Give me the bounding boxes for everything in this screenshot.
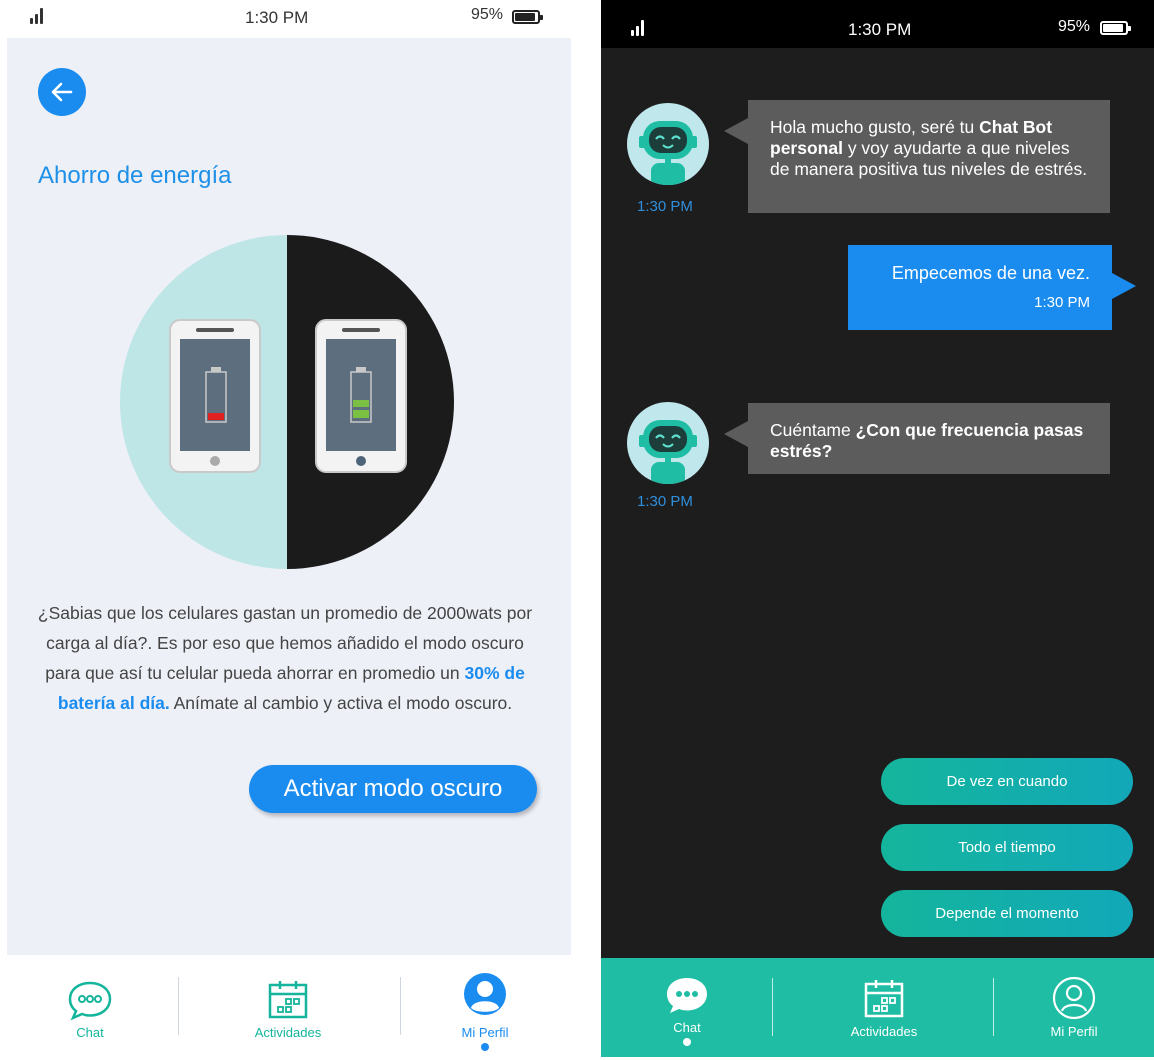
signal-icon bbox=[631, 20, 653, 36]
bot-message-bubble: Cuéntame ¿Con que frecuencia pasas estré… bbox=[724, 403, 1110, 474]
chat-bubble-icon bbox=[667, 978, 707, 1013]
signal-icon bbox=[30, 8, 52, 24]
tab-mi-perfil[interactable]: Mi Perfil bbox=[450, 955, 520, 1057]
status-bar: 1:30 PM 95% bbox=[0, 0, 571, 38]
robot-icon bbox=[639, 121, 697, 185]
user-profile-icon bbox=[464, 973, 506, 1015]
message-time: 1:30 PM bbox=[1034, 294, 1090, 311]
battery-percent: 95% bbox=[471, 6, 504, 23]
tab-chat[interactable]: Chat bbox=[661, 958, 713, 1060]
user-profile-icon bbox=[1052, 976, 1096, 1020]
option-de-vez-en-cuando[interactable]: De vez en cuando bbox=[881, 758, 1133, 805]
calendar-icon bbox=[268, 981, 308, 1019]
option-depende-el-momento[interactable]: Depende el momento bbox=[881, 890, 1133, 937]
status-bar: 1:30 PM 95% bbox=[601, 0, 1154, 48]
tab-actividades[interactable]: Actividades bbox=[243, 955, 333, 1057]
energy-saving-screen: 1:30 PM 95% Ahorro de energía ¿Sabias qu… bbox=[0, 0, 571, 1057]
robot-icon bbox=[639, 420, 697, 484]
option-todo-el-tiempo[interactable]: Todo el tiempo bbox=[881, 824, 1133, 871]
bottom-tab-bar: Chat Actividades Mi Perfil bbox=[601, 958, 1154, 1057]
phone-full-battery-icon bbox=[315, 319, 407, 473]
arrow-left-icon bbox=[51, 82, 73, 102]
chatbot-screen: 1:30 PM 95% 1:30 PM Hola mucho gusto, se… bbox=[601, 0, 1154, 1057]
energy-info-text: ¿Sabias que los celulares gastan un prom… bbox=[37, 603, 533, 713]
tab-mi-perfil[interactable]: Mi Perfil bbox=[1041, 958, 1107, 1060]
status-time: 1:30 PM bbox=[245, 8, 309, 27]
status-time: 1:30 PM bbox=[848, 20, 912, 39]
tab-chat[interactable]: Chat bbox=[64, 955, 116, 1057]
battery-icon bbox=[1100, 21, 1131, 35]
active-tab-indicator bbox=[481, 1043, 489, 1051]
back-button[interactable] bbox=[38, 68, 86, 116]
tab-divider bbox=[772, 978, 773, 1036]
message-time: 1:30 PM bbox=[637, 493, 693, 510]
tab-divider bbox=[993, 978, 994, 1036]
chatbot-avatar bbox=[627, 402, 709, 484]
phone-low-battery-icon bbox=[169, 319, 261, 473]
tab-divider bbox=[178, 977, 179, 1035]
page-title: Ahorro de energía bbox=[38, 162, 232, 189]
activate-dark-mode-button[interactable]: Activar modo oscuro bbox=[249, 765, 537, 813]
battery-icon bbox=[512, 10, 543, 24]
chat-bubble-icon bbox=[68, 981, 112, 1021]
active-tab-indicator bbox=[683, 1038, 691, 1046]
message-time: 1:30 PM bbox=[637, 198, 693, 215]
bottom-tab-bar: Chat Actividades Mi Perfil bbox=[0, 955, 571, 1057]
chatbot-avatar bbox=[627, 103, 709, 185]
tab-actividades[interactable]: Actividades bbox=[839, 958, 929, 1060]
dark-mode-illustration bbox=[120, 235, 454, 569]
battery-percent: 95% bbox=[1058, 18, 1091, 35]
tab-divider bbox=[400, 977, 401, 1035]
calendar-icon bbox=[864, 980, 904, 1018]
bot-message-bubble: Hola mucho gusto, seré tu Chat Bot perso… bbox=[724, 100, 1110, 213]
user-message-bubble: Empecemos de una vez. 1:30 PM bbox=[848, 245, 1136, 330]
